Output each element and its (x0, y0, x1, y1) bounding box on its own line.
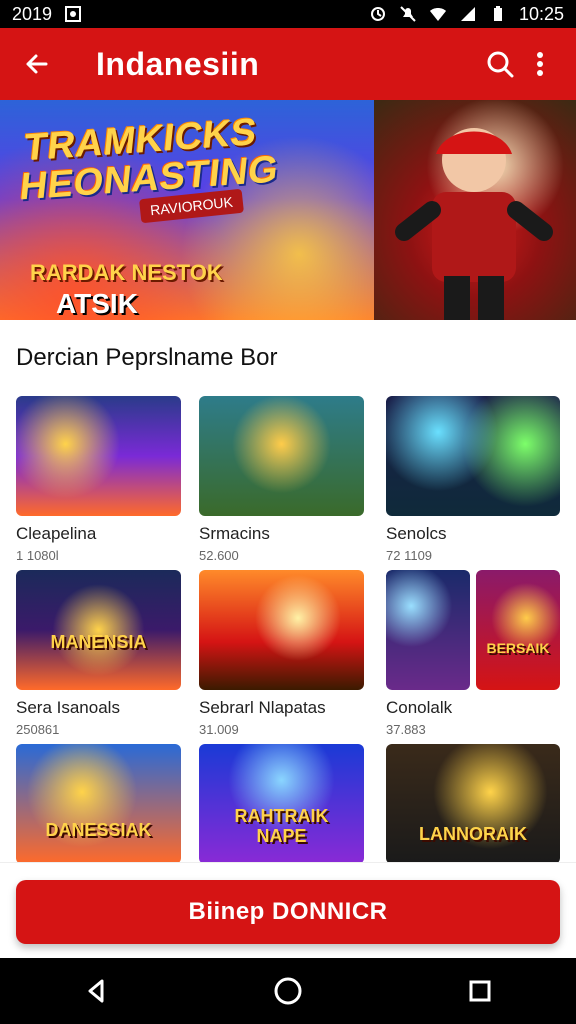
recents-icon[interactable] (456, 967, 504, 1015)
wifi-icon (429, 5, 447, 23)
cta-button[interactable]: Biinep DONNICR (16, 880, 560, 944)
game-meta: 72 1109 (386, 548, 433, 563)
game-meta: 31.009 (199, 722, 239, 737)
game-meta: 52.600 (199, 548, 239, 563)
thumbnail-panel-left (386, 570, 470, 690)
app-bar: Indanesiin (0, 28, 576, 100)
game-name: Senolcs (386, 524, 447, 543)
more-vert-icon[interactable] (520, 44, 560, 84)
game-card[interactable]: RAHTRAIK NAPE (199, 744, 364, 864)
thumbnail-title-line1: RAHTRAIK (234, 806, 329, 826)
home-icon[interactable] (264, 967, 312, 1015)
thumbnail-title: LANNORAIK (419, 824, 527, 844)
hero-character-icon (395, 128, 553, 320)
game-thumbnail: RAHTRAIK NAPE (199, 744, 364, 864)
game-thumbnail: MANENSIA (16, 570, 181, 690)
battery-icon (489, 5, 507, 23)
game-name: Conolalk (386, 698, 453, 717)
status-left: 2019 (12, 4, 82, 25)
game-card[interactable]: BERSAIK Conolalk 37.883 (386, 570, 560, 737)
hero-banner[interactable]: TRAMKICKS HEONASTING RAVIOROUK RARDAK NE… (0, 100, 576, 320)
game-thumbnail: LANNORAIK (386, 744, 560, 864)
game-card[interactable]: DANESSIAK (16, 744, 181, 864)
game-card[interactable]: Cleapelina 1 1080l (16, 396, 181, 563)
thumbnail-title: MANENSIA (50, 632, 147, 652)
thumbnail-title: DANESSIAK (45, 820, 152, 840)
signal-icon (459, 5, 477, 23)
thumbnail-title-line2: NAPE (256, 826, 307, 846)
page-title: Indanesiin (96, 45, 260, 82)
hero-left: TRAMKICKS HEONASTING RAVIOROUK RARDAK NE… (0, 100, 374, 320)
game-meta: 1 1080l (16, 548, 59, 563)
game-thumbnail (386, 396, 560, 516)
hero-subtitle: RARDAK NESTOK (30, 260, 223, 285)
status-right: 10:25 (369, 4, 564, 25)
alarm-icon (369, 5, 387, 23)
hero-right (374, 100, 576, 320)
game-meta: 37.883 (386, 722, 426, 737)
hero-subtitle-2: ATSIK (56, 288, 138, 319)
game-name: Sera Isanoals (16, 698, 120, 717)
status-bar: 2019 10:25 (0, 0, 576, 28)
section-title: Dercian Peprslname Bor (16, 344, 278, 371)
game-thumbnail: BERSAIK (386, 570, 560, 690)
nav-bar (0, 958, 576, 1024)
back-arrow-icon[interactable] (16, 44, 56, 84)
game-card[interactable]: LANNORAIK (386, 744, 560, 864)
back-icon[interactable] (72, 967, 120, 1015)
game-meta: 250861 (16, 722, 60, 737)
game-card[interactable]: Sebrarl Nlapatas 31.009 (199, 570, 364, 737)
game-name: Cleapelina (16, 524, 97, 543)
gallery-icon (64, 5, 82, 23)
thumbnail-panel-right: BERSAIK (476, 570, 560, 690)
game-card[interactable]: MANENSIA Sera Isanoals 250861 (16, 570, 181, 737)
game-card[interactable]: Srmacins 52.600 (199, 396, 364, 563)
game-thumbnail (199, 396, 364, 516)
game-thumbnail (16, 396, 181, 516)
thumbnail-title: BERSAIK (486, 640, 550, 656)
game-thumbnail: DANESSIAK (16, 744, 181, 864)
game-thumbnail (199, 570, 364, 690)
status-time-right: 10:25 (518, 3, 564, 24)
status-time-left: 2019 (12, 3, 53, 24)
game-card[interactable]: Senolcs 72 1109 (386, 396, 560, 563)
game-name: Sebrarl Nlapatas (199, 698, 326, 717)
silent-icon (399, 5, 417, 23)
game-name: Srmacins (199, 524, 270, 543)
search-icon[interactable] (480, 44, 520, 84)
